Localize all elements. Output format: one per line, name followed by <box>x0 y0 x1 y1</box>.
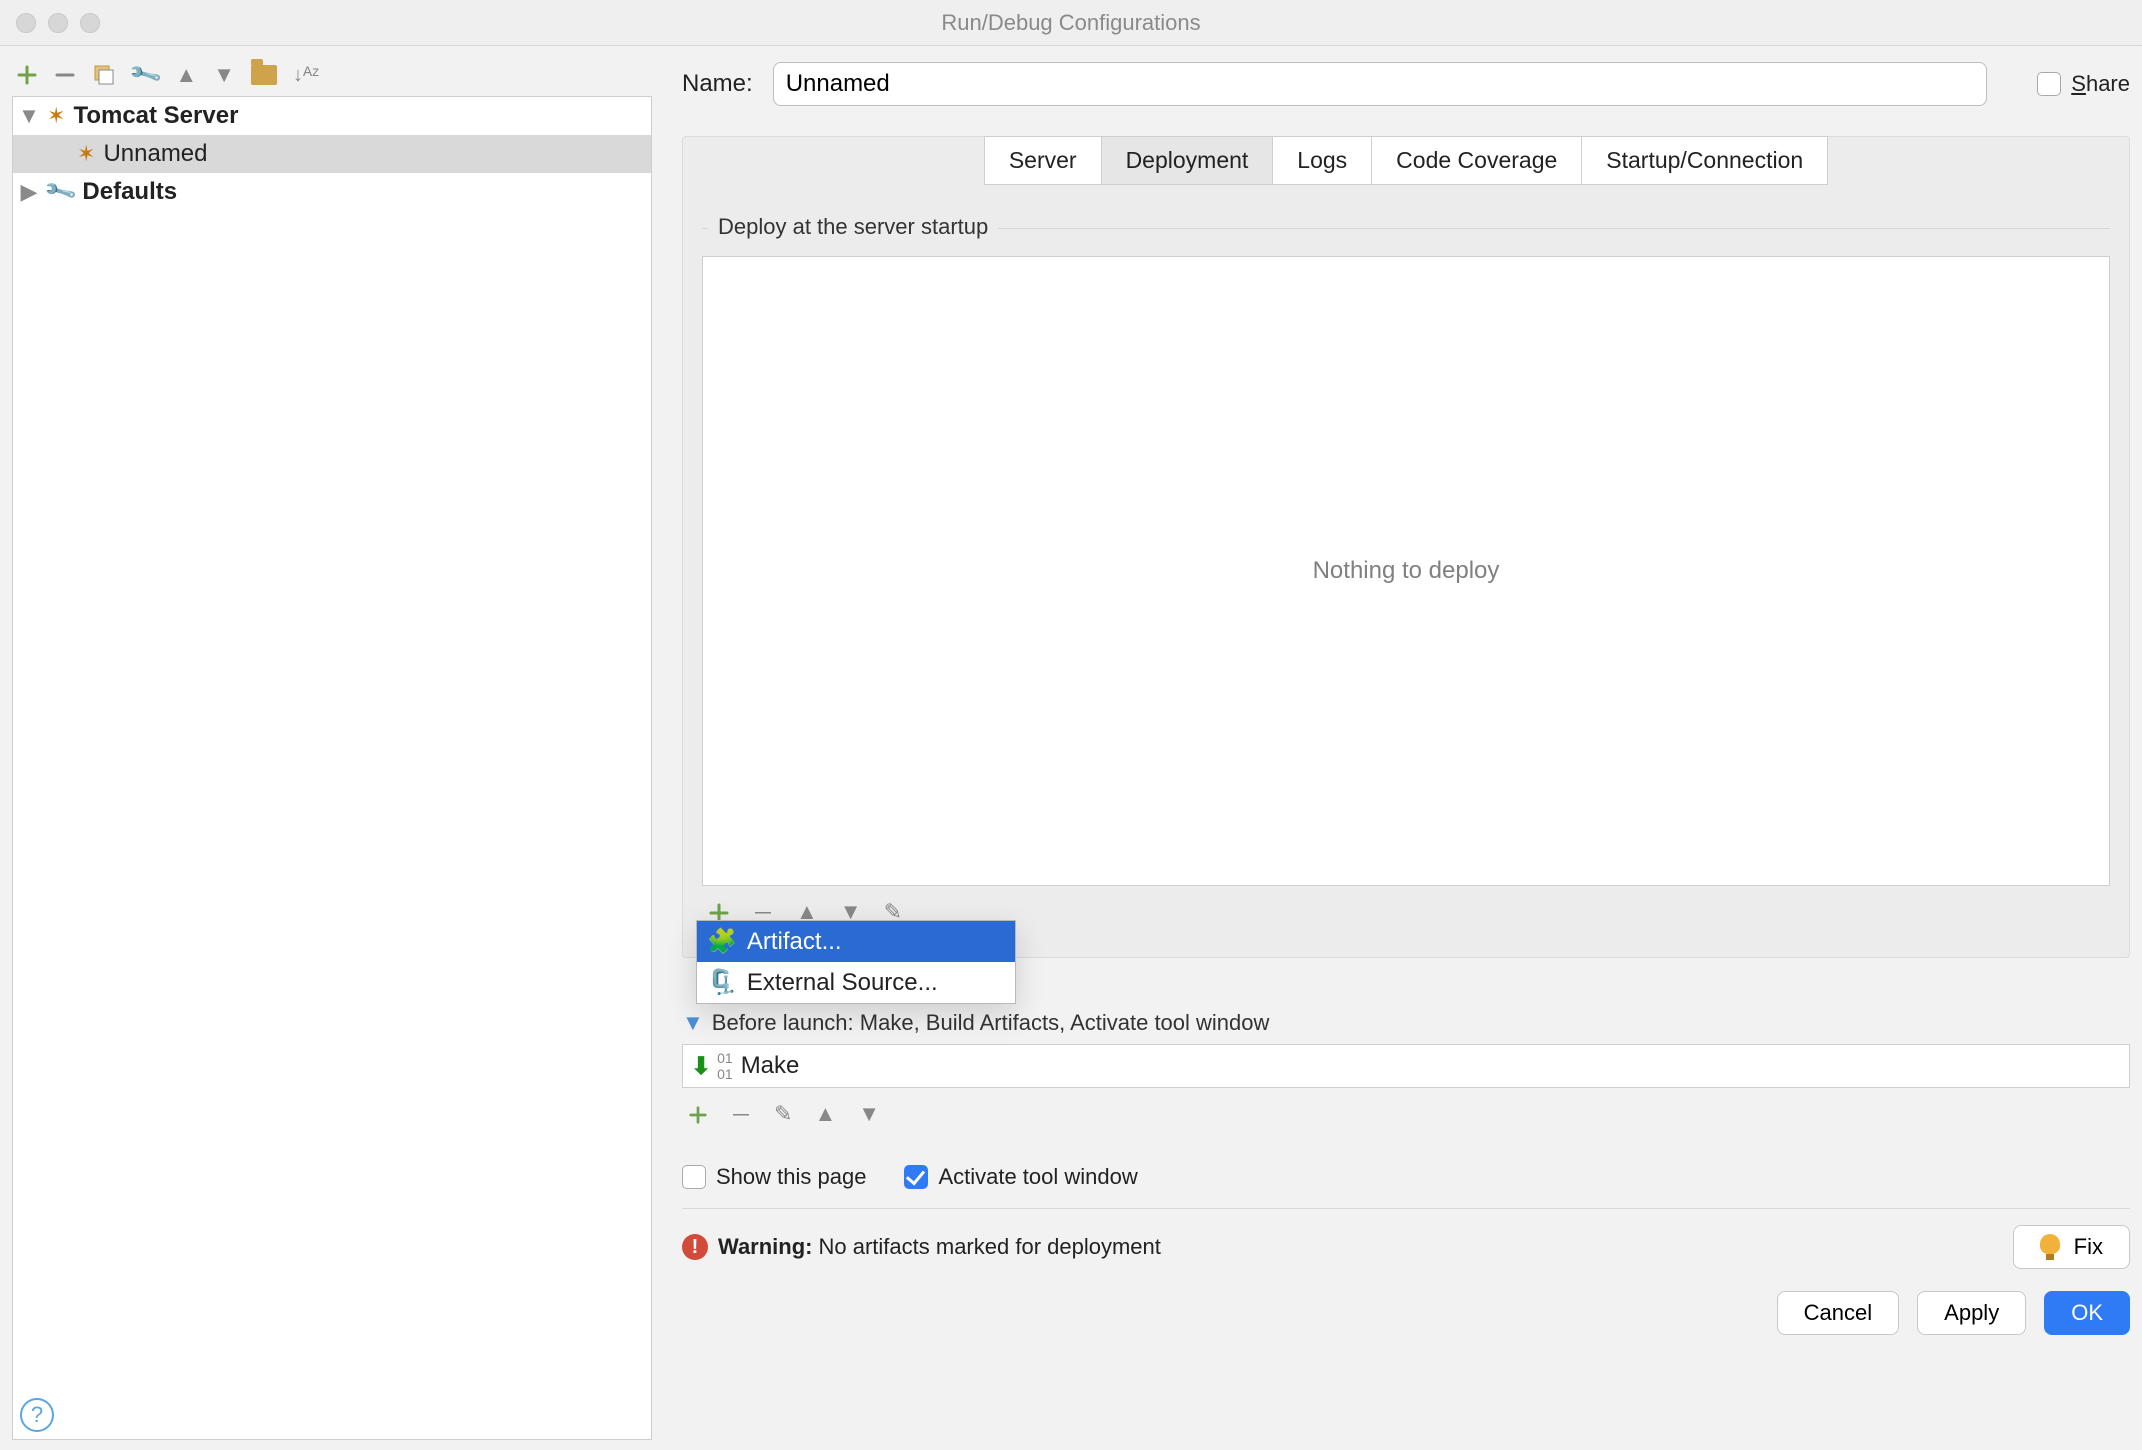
menu-item-label: Artifact... <box>747 928 842 956</box>
fix-button-label: Fix <box>2074 1234 2103 1259</box>
name-input[interactable] <box>773 62 1988 106</box>
name-label: Name: <box>682 70 753 98</box>
warning-footer: ! Warning: No artifacts marked for deplo… <box>682 1208 2130 1269</box>
chevron-down-icon[interactable]: ▼ <box>19 103 39 129</box>
activate-tool-window-checkbox[interactable]: Activate tool window <box>904 1164 1137 1190</box>
checkbox-icon[interactable] <box>2037 72 2061 96</box>
cancel-button[interactable]: Cancel <box>1777 1291 1899 1335</box>
menu-item-label: External Source... <box>747 969 938 997</box>
warning-label: Warning: <box>718 1234 813 1260</box>
settings-config-icon[interactable]: 🔧 <box>132 62 159 88</box>
before-launch-title: Before launch: Make, Build Artifacts, Ac… <box>712 1010 1270 1036</box>
move-down-icon[interactable]: ▼ <box>213 62 235 88</box>
deploy-placeholder: Nothing to deploy <box>1313 557 1500 585</box>
deploy-group-title: Deploy at the server startup <box>708 214 998 240</box>
remove-config-icon[interactable] <box>54 64 76 86</box>
copy-config-icon[interactable] <box>92 63 116 87</box>
tab-logs[interactable]: Logs <box>1272 136 1371 185</box>
tree-item-defaults[interactable]: ▶ 🔧 Defaults <box>13 173 651 211</box>
zoom-window-icon[interactable] <box>80 13 100 33</box>
remove-before-launch-icon[interactable]: － <box>730 1098 752 1130</box>
left-toolbar: 🔧 ▲ ▼ ↓ᴬᶻ <box>12 62 652 96</box>
archive-icon: 🗜️ <box>707 968 737 997</box>
tree-item-tomcat-server[interactable]: ▼ ✶ Tomcat Server <box>13 97 651 135</box>
tab-code-coverage[interactable]: Code Coverage <box>1371 136 1581 185</box>
before-launch-header[interactable]: ▼ Before launch: Make, Build Artifacts, … <box>682 1010 2130 1036</box>
binary-icon: 0101 <box>717 1050 733 1082</box>
activate-tool-window-label: Activate tool window <box>938 1164 1137 1190</box>
show-this-page-checkbox[interactable]: Show this page <box>682 1164 866 1190</box>
edit-before-launch-icon[interactable]: ✎ <box>774 1101 792 1127</box>
close-window-icon[interactable] <box>16 13 36 33</box>
deploy-group: Deploy at the server startup Nothing to … <box>701 213 2111 939</box>
deploy-list[interactable]: Nothing to deploy <box>702 256 2110 886</box>
window: Run/Debug Configurations 🔧 ▲ ▼ <box>0 0 2142 1450</box>
deployment-panel: Server Deployment Logs Code Coverage Sta… <box>682 136 2130 958</box>
before-launch-item: Make <box>741 1052 800 1080</box>
add-config-icon[interactable] <box>16 64 38 86</box>
add-deploy-menu: 🧩 Artifact... 🗜️ External Source... <box>696 920 1016 1004</box>
chevron-right-icon[interactable]: ▶ <box>19 179 39 205</box>
share-label: SSharehare <box>2071 71 2130 97</box>
fix-button[interactable]: Fix <box>2013 1225 2130 1269</box>
folder-icon[interactable] <box>251 65 277 85</box>
left-panel: 🔧 ▲ ▼ ↓ᴬᶻ ▼ ✶ Tomcat Server ✶ Unnamed <box>12 62 652 1440</box>
tree-item-label: Tomcat Server <box>73 102 238 130</box>
tree-item-label: Unnamed <box>103 140 207 168</box>
chevron-down-icon[interactable]: ▼ <box>682 1010 704 1036</box>
before-launch-list[interactable]: ⬇︎ 0101 Make <box>682 1044 2130 1088</box>
add-before-launch-icon[interactable] <box>688 1101 708 1127</box>
window-title: Run/Debug Configurations <box>0 10 2142 36</box>
warning-text: No artifacts marked for deployment <box>819 1234 1161 1260</box>
checkbox-icon[interactable] <box>682 1165 706 1189</box>
show-this-page-label: Show this page <box>716 1164 866 1190</box>
bl-up-icon[interactable]: ▲ <box>814 1101 836 1127</box>
minimize-window-icon[interactable] <box>48 13 68 33</box>
before-launch-toolbar: － ✎ ▲ ▼ <box>682 1088 2130 1140</box>
apply-button[interactable]: Apply <box>1917 1291 2026 1335</box>
tab-deployment[interactable]: Deployment <box>1101 136 1273 185</box>
tab-server[interactable]: Server <box>984 136 1101 185</box>
help-button[interactable]: ? <box>20 1398 54 1432</box>
make-icon: ⬇︎ <box>691 1052 711 1081</box>
artifact-icon: 🧩 <box>707 927 737 956</box>
tree-item-unnamed[interactable]: ✶ Unnamed <box>13 135 651 173</box>
ok-button[interactable]: OK <box>2044 1291 2130 1335</box>
lightbulb-icon <box>2040 1234 2060 1254</box>
deploy-toolbar: － ▲ ▼ ✎ 🧩 Artifact... 🗜️ E <box>702 886 2110 938</box>
checkbox-checked-icon[interactable] <box>904 1165 928 1189</box>
tree-item-label: Defaults <box>82 178 177 206</box>
config-tabs: Server Deployment Logs Code Coverage Sta… <box>984 136 1828 185</box>
config-tree[interactable]: ▼ ✶ Tomcat Server ✶ Unnamed ▶ 🔧 Defaults <box>12 96 652 1440</box>
window-controls <box>16 13 100 33</box>
menu-item-artifact[interactable]: 🧩 Artifact... <box>697 921 1015 962</box>
share-checkbox[interactable]: SSharehare <box>2037 71 2130 97</box>
right-panel: Name: SSharehare Server Deployment Logs … <box>662 62 2130 1440</box>
warning-icon: ! <box>682 1234 708 1260</box>
sort-az-icon[interactable]: ↓ᴬᶻ <box>293 64 319 87</box>
tab-startup-connection[interactable]: Startup/Connection <box>1581 136 1828 185</box>
titlebar: Run/Debug Configurations <box>0 0 2142 46</box>
menu-item-external-source[interactable]: 🗜️ External Source... <box>697 962 1015 1003</box>
move-up-icon[interactable]: ▲ <box>175 62 197 88</box>
bl-down-icon[interactable]: ▼ <box>858 1101 880 1127</box>
